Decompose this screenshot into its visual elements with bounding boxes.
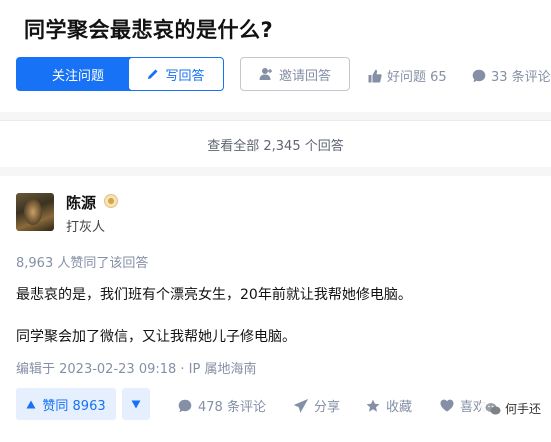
share-button[interactable]: 分享 bbox=[294, 396, 340, 415]
good-question-button[interactable]: 好问题 65 bbox=[368, 66, 447, 85]
answer-paragraph: 同学聚会加了微信，又让我帮她儿子修电脑。 bbox=[16, 329, 296, 345]
view-all-answers-link[interactable]: 查看全部 2,345 个回答 bbox=[0, 135, 551, 154]
downvote-button[interactable] bbox=[122, 388, 150, 420]
like-button[interactable]: 喜欢 bbox=[440, 396, 486, 415]
paper-plane-icon bbox=[294, 398, 308, 413]
triangle-down-icon bbox=[131, 400, 141, 409]
pencil-icon bbox=[147, 68, 159, 80]
question-title[interactable]: 同学聚会最悲哀的是什么? bbox=[24, 14, 273, 44]
write-answer-button[interactable]: 写回答 bbox=[128, 57, 224, 91]
answer-paragraph: 最悲哀的是，我们班有个漂亮女生，20年前就让我帮她修电脑。 bbox=[16, 287, 412, 303]
answer-comments-button[interactable]: 478 条评论 bbox=[178, 396, 266, 415]
author-name[interactable]: 陈源 bbox=[66, 192, 96, 213]
upvote-label: 赞同 8963 bbox=[42, 398, 106, 414]
comment-bubble-icon bbox=[178, 399, 192, 413]
invite-answer-button[interactable]: 邀请回答 bbox=[240, 57, 350, 91]
write-answer-label: 写回答 bbox=[165, 68, 205, 84]
triangle-up-icon bbox=[26, 400, 36, 409]
watermark: 何手还 bbox=[480, 398, 545, 419]
question-comments-label: 33 条评论 bbox=[491, 70, 551, 85]
voters-count[interactable]: 8,963 人赞同了该回答 bbox=[16, 252, 148, 271]
view-all-answers-label: 查看全部 2,345 个回答 bbox=[207, 139, 344, 154]
comment-bubble-icon bbox=[472, 69, 486, 83]
answer-comments-label: 478 条评论 bbox=[198, 400, 266, 415]
question-comments-button[interactable]: 33 条评论 bbox=[472, 66, 551, 85]
good-question-label: 好问题 65 bbox=[387, 70, 447, 85]
avatar[interactable] bbox=[16, 193, 54, 231]
badge-icon bbox=[104, 194, 118, 208]
star-icon bbox=[366, 399, 380, 413]
follow-question-label: 关注问题 bbox=[51, 68, 104, 84]
heart-icon bbox=[440, 399, 454, 412]
follow-question-button[interactable]: 关注问题 bbox=[16, 57, 140, 91]
view-all-bar[interactable]: 查看全部 2,345 个回答 bbox=[0, 120, 551, 167]
favorite-label: 收藏 bbox=[386, 400, 413, 415]
favorite-button[interactable]: 收藏 bbox=[366, 396, 412, 415]
upvote-button[interactable]: 赞同 8963 bbox=[16, 388, 116, 420]
thumb-up-icon bbox=[368, 69, 382, 83]
edited-timestamp: 编辑于 2023-02-23 09:18 · IP 属地海南 bbox=[16, 362, 257, 377]
invite-answer-label: 邀请回答 bbox=[278, 68, 331, 84]
person-add-icon bbox=[259, 67, 273, 81]
share-label: 分享 bbox=[314, 400, 341, 415]
author-headline: 打灰人 bbox=[66, 220, 106, 235]
wechat-icon bbox=[485, 402, 501, 416]
watermark-text: 何手还 bbox=[504, 402, 541, 416]
